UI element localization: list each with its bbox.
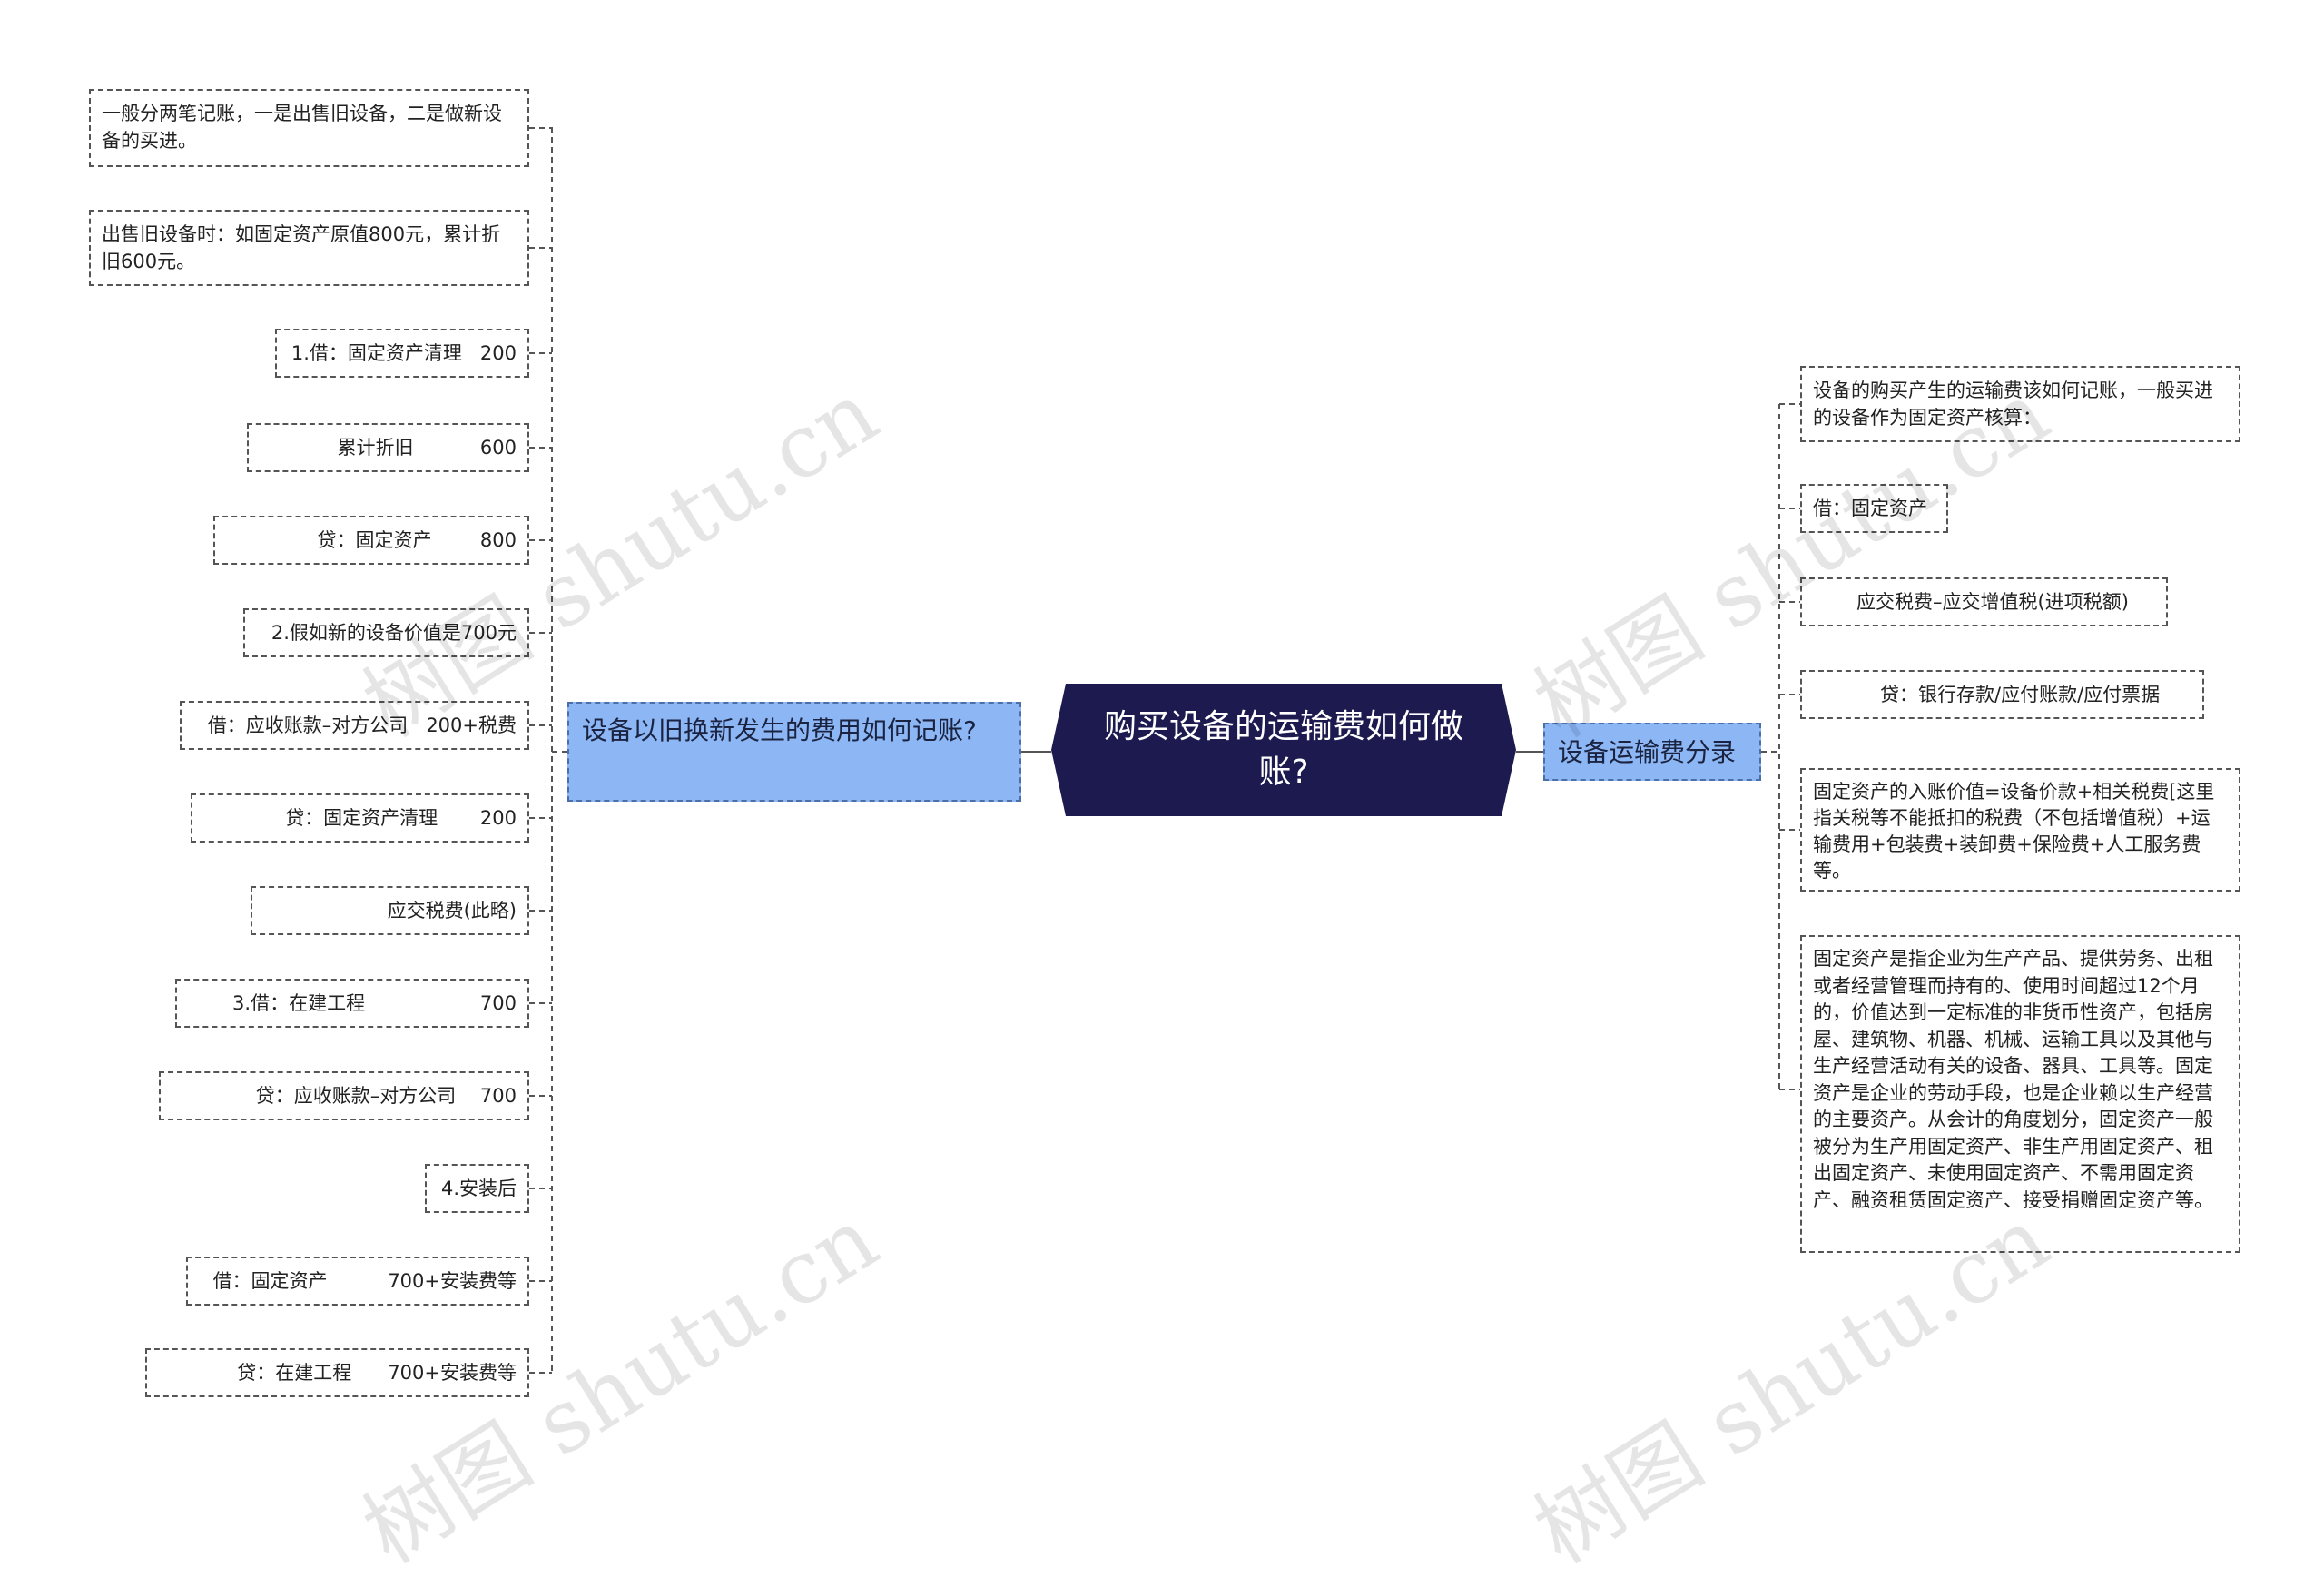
right-item[interactable]: 固定资产的入账价值=设备价款+相关税费[这里指关税等不能抵扣的税费（不包括增值税… [1800,768,2240,892]
left-item[interactable]: 贷：固定资产清理 200 [191,794,529,843]
left-item[interactable]: 4.安装后 [425,1164,529,1213]
left-item[interactable]: 贷：在建工程 700+安装费等 [145,1348,529,1397]
left-branch-topic[interactable]: 设备以旧换新发生的费用如何记账? [567,702,1021,802]
left-item[interactable]: 3.借：在建工程 700 [175,979,529,1028]
left-item[interactable]: 一般分两笔记账，一是出售旧设备，二是做新设备的买进。 [89,89,529,167]
left-item[interactable]: 出售旧设备时：如固定资产原值800元，累计折旧600元。 [89,210,529,286]
right-branch-topic[interactable]: 设备运输费分录 [1543,723,1761,781]
left-item[interactable]: 1.借：固定资产清理 200 [275,329,529,378]
right-item[interactable]: 设备的购买产生的运输费该如何记账，一般买进的设备作为固定资产核算： [1800,366,2240,442]
left-item[interactable]: 累计折旧 600 [247,423,529,472]
left-item[interactable]: 贷：固定资产 800 [213,516,529,565]
right-item[interactable]: 借：固定资产 [1800,484,1948,533]
left-item[interactable]: 应交税费(此略) [251,886,529,935]
root-topic[interactable]: 购买设备的运输费如何做账? [1051,684,1516,816]
left-item[interactable]: 借：固定资产 700+安装费等 [186,1257,529,1306]
left-item[interactable]: 借：应收账款–对方公司 200+税费 [180,701,529,750]
left-branch-label: 设备以旧换新发生的费用如何记账? [582,715,977,745]
right-branch-label: 设备运输费分录 [1558,737,1737,767]
right-item[interactable]: 应交税费–应交增值税(进项税额) [1800,577,2168,626]
right-item[interactable]: 贷：银行存款/应付账款/应付票据 [1800,670,2204,719]
right-item[interactable]: 固定资产是指企业为生产产品、提供劳务、出租或者经营管理而持有的、使用时间超过12… [1800,935,2240,1253]
left-item[interactable]: 贷：应收账款–对方公司 700 [159,1071,529,1120]
mind-map: 购买设备的运输费如何做账? 设备以旧换新发生的费用如何记账? 设备运输费分录 一… [0,0,2324,1583]
left-item[interactable]: 2.假如新的设备价值是700元 [243,608,529,657]
root-topic-text: 购买设备的运输费如何做账? [1103,708,1463,791]
